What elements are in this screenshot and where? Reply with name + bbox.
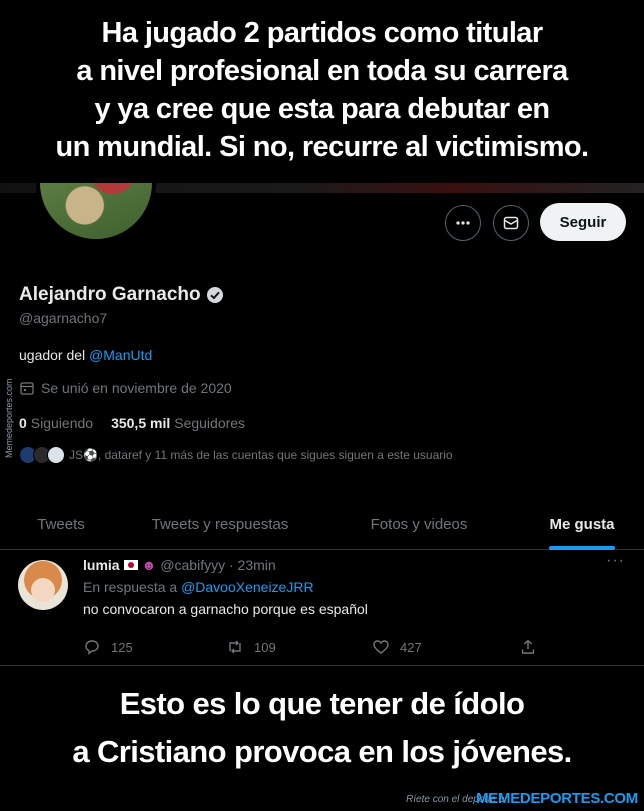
tweet-author-name[interactable]: lumia xyxy=(83,557,120,573)
tab-label: Tweets xyxy=(37,515,85,533)
top-caption-line-4: un mundial. Si no, recurre al victimismo… xyxy=(55,131,590,163)
like-button[interactable]: 427 xyxy=(372,638,422,656)
profile-name: Alejandro Garnacho xyxy=(19,284,201,305)
bio-text: ugador del xyxy=(19,347,90,363)
top-caption-line-2: a nivel profesional en toda su carrera xyxy=(76,55,568,87)
tab-tweets[interactable]: Tweets xyxy=(0,498,122,550)
twitter-profile-screenshot: Seguir Alejandro Garnacho @agarnacho7 Me… xyxy=(0,183,644,666)
tweet-header: lumia ☻ @cabifyyy · 23min xyxy=(83,557,276,573)
footer-brand-logo[interactable]: MEMEDEPORTES.COM xyxy=(476,790,638,807)
tab-tweets-and-replies[interactable]: Tweets y respuestas xyxy=(122,498,318,550)
joined-date: Se unió en noviembre de 2020 xyxy=(19,380,232,396)
following-label: Siguiendo xyxy=(30,415,94,431)
tab-label: Me gusta xyxy=(549,515,615,533)
profile-handle: @agarnacho7 xyxy=(19,310,108,326)
tweet-reply-context: En respuesta a @DavooXeneizeJRR xyxy=(83,579,314,595)
joined-text: Se unió en noviembre de 2020 xyxy=(41,380,232,396)
reply-count: 125 xyxy=(111,639,133,655)
tweet-text: no convocaron a garnacho porque es españ… xyxy=(83,601,368,617)
tweet-actions: 125 109 427 xyxy=(83,638,543,660)
reply-icon xyxy=(85,640,99,655)
heart-icon xyxy=(373,640,389,654)
more-dots-icon xyxy=(456,221,470,225)
bottom-caption: Esto es lo que tener de ídolo a Cristian… xyxy=(0,680,644,776)
profile-bio: ugador del @ManUtd xyxy=(19,347,152,363)
retweet-count: 109 xyxy=(254,639,276,655)
devil-emoji-icon: ☻ xyxy=(141,557,157,573)
follower-avatar xyxy=(47,446,65,464)
top-caption-line-1: Ha jugado 2 partidos como titular xyxy=(101,17,543,49)
profile-avatar[interactable] xyxy=(36,183,156,243)
bio-link-manutd[interactable]: @ManUtd xyxy=(89,347,152,363)
share-button[interactable] xyxy=(519,638,537,656)
message-button[interactable] xyxy=(493,205,529,241)
followers-count: 350,5 mil xyxy=(111,415,171,431)
retweet-button[interactable]: 109 xyxy=(226,638,276,656)
followers-known-text: JS⚽, dataref y 11 más de las cuentas que… xyxy=(69,448,453,462)
tab-label: Tweets y respuestas xyxy=(151,515,289,533)
following-count: 0 xyxy=(19,415,27,431)
japan-flag-icon xyxy=(123,560,138,570)
top-caption: Ha jugado 2 partidos como titular a nive… xyxy=(0,14,644,166)
tweet-handle-time: @cabifyyy · 23min xyxy=(160,557,276,573)
tweet-author-avatar[interactable] xyxy=(18,560,68,610)
share-icon xyxy=(521,639,535,654)
follower-avatars xyxy=(19,446,65,464)
tab-likes[interactable]: Me gusta xyxy=(520,498,644,550)
site-footer: Ríete con el deporte en MEMEDEPORTES.COM xyxy=(0,787,644,811)
profile-stats: 0 Siguiendo 350,5 mil Seguidores xyxy=(19,415,245,431)
mail-icon xyxy=(503,216,519,230)
reply-prefix: En respuesta a xyxy=(83,579,182,595)
profile-tabs: Tweets Tweets y respuestas Fotos y video… xyxy=(0,498,644,550)
verified-badge-icon xyxy=(206,287,223,303)
followers-you-know[interactable]: JS⚽, dataref y 11 más de las cuentas que… xyxy=(19,446,453,464)
follow-button[interactable]: Seguir xyxy=(540,203,626,241)
tab-label: Fotos y videos xyxy=(370,515,468,533)
top-caption-line-3: y ya cree que esta para debutar en xyxy=(94,93,550,125)
following-stat[interactable]: 0 Siguiendo xyxy=(19,415,93,431)
retweet-icon xyxy=(229,640,241,654)
reply-button[interactable]: 125 xyxy=(83,638,133,656)
tab-photos-videos[interactable]: Fotos y videos xyxy=(318,498,520,550)
bottom-caption-line-2: a Cristiano provoca en los jóvenes. xyxy=(72,734,572,769)
reply-to-link[interactable]: @DavooXeneizeJRR xyxy=(181,579,314,595)
tweet[interactable]: lumia ☻ @cabifyyy · 23min ··· En respues… xyxy=(0,550,644,666)
more-options-button[interactable] xyxy=(445,205,481,241)
side-watermark: Memedeportes.com xyxy=(4,378,14,458)
tweet-more-icon[interactable]: ··· xyxy=(606,552,625,570)
like-count: 427 xyxy=(400,639,422,655)
calendar-icon xyxy=(20,382,34,395)
profile-name-row: Alejandro Garnacho xyxy=(19,284,224,306)
followers-stat[interactable]: 350,5 mil Seguidores xyxy=(111,415,245,431)
followers-label: Seguidores xyxy=(174,415,246,431)
bottom-caption-line-1: Esto es lo que tener de ídolo xyxy=(119,686,525,721)
